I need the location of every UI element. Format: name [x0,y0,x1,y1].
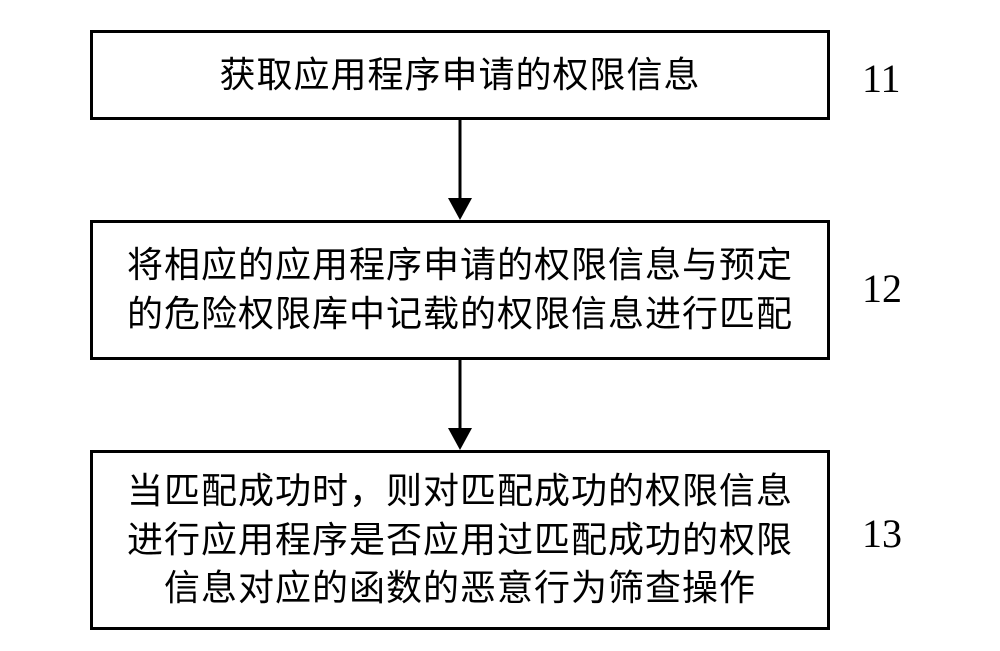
flow-step-1-text: 获取应用程序申请的权限信息 [219,51,700,100]
flow-step-2: 将相应的应用程序申请的权限信息与预定的危险权限库中记载的权限信息进行匹配 [90,220,830,360]
arrow-2-line [459,360,462,428]
flow-step-2-text: 将相应的应用程序申请的权限信息与预定的危险权限库中记载的权限信息进行匹配 [109,241,811,338]
flow-step-1: 获取应用程序申请的权限信息 [90,30,830,120]
flowchart: 获取应用程序申请的权限信息 11 将相应的应用程序申请的权限信息与预定的危险权限… [0,0,1000,651]
arrow-1-head-icon [448,198,472,220]
flow-step-3-label: 13 [862,510,902,557]
flow-step-1-label: 11 [862,55,901,102]
flow-step-3: 当匹配成功时，则对匹配成功的权限信息进行应用程序是否应用过匹配成功的权限信息对应… [90,450,830,630]
flow-step-3-text: 当匹配成功时，则对匹配成功的权限信息进行应用程序是否应用过匹配成功的权限信息对应… [109,467,811,613]
flow-step-2-label: 12 [862,265,902,312]
arrow-2-head-icon [448,428,472,450]
arrow-1-line [459,120,462,198]
